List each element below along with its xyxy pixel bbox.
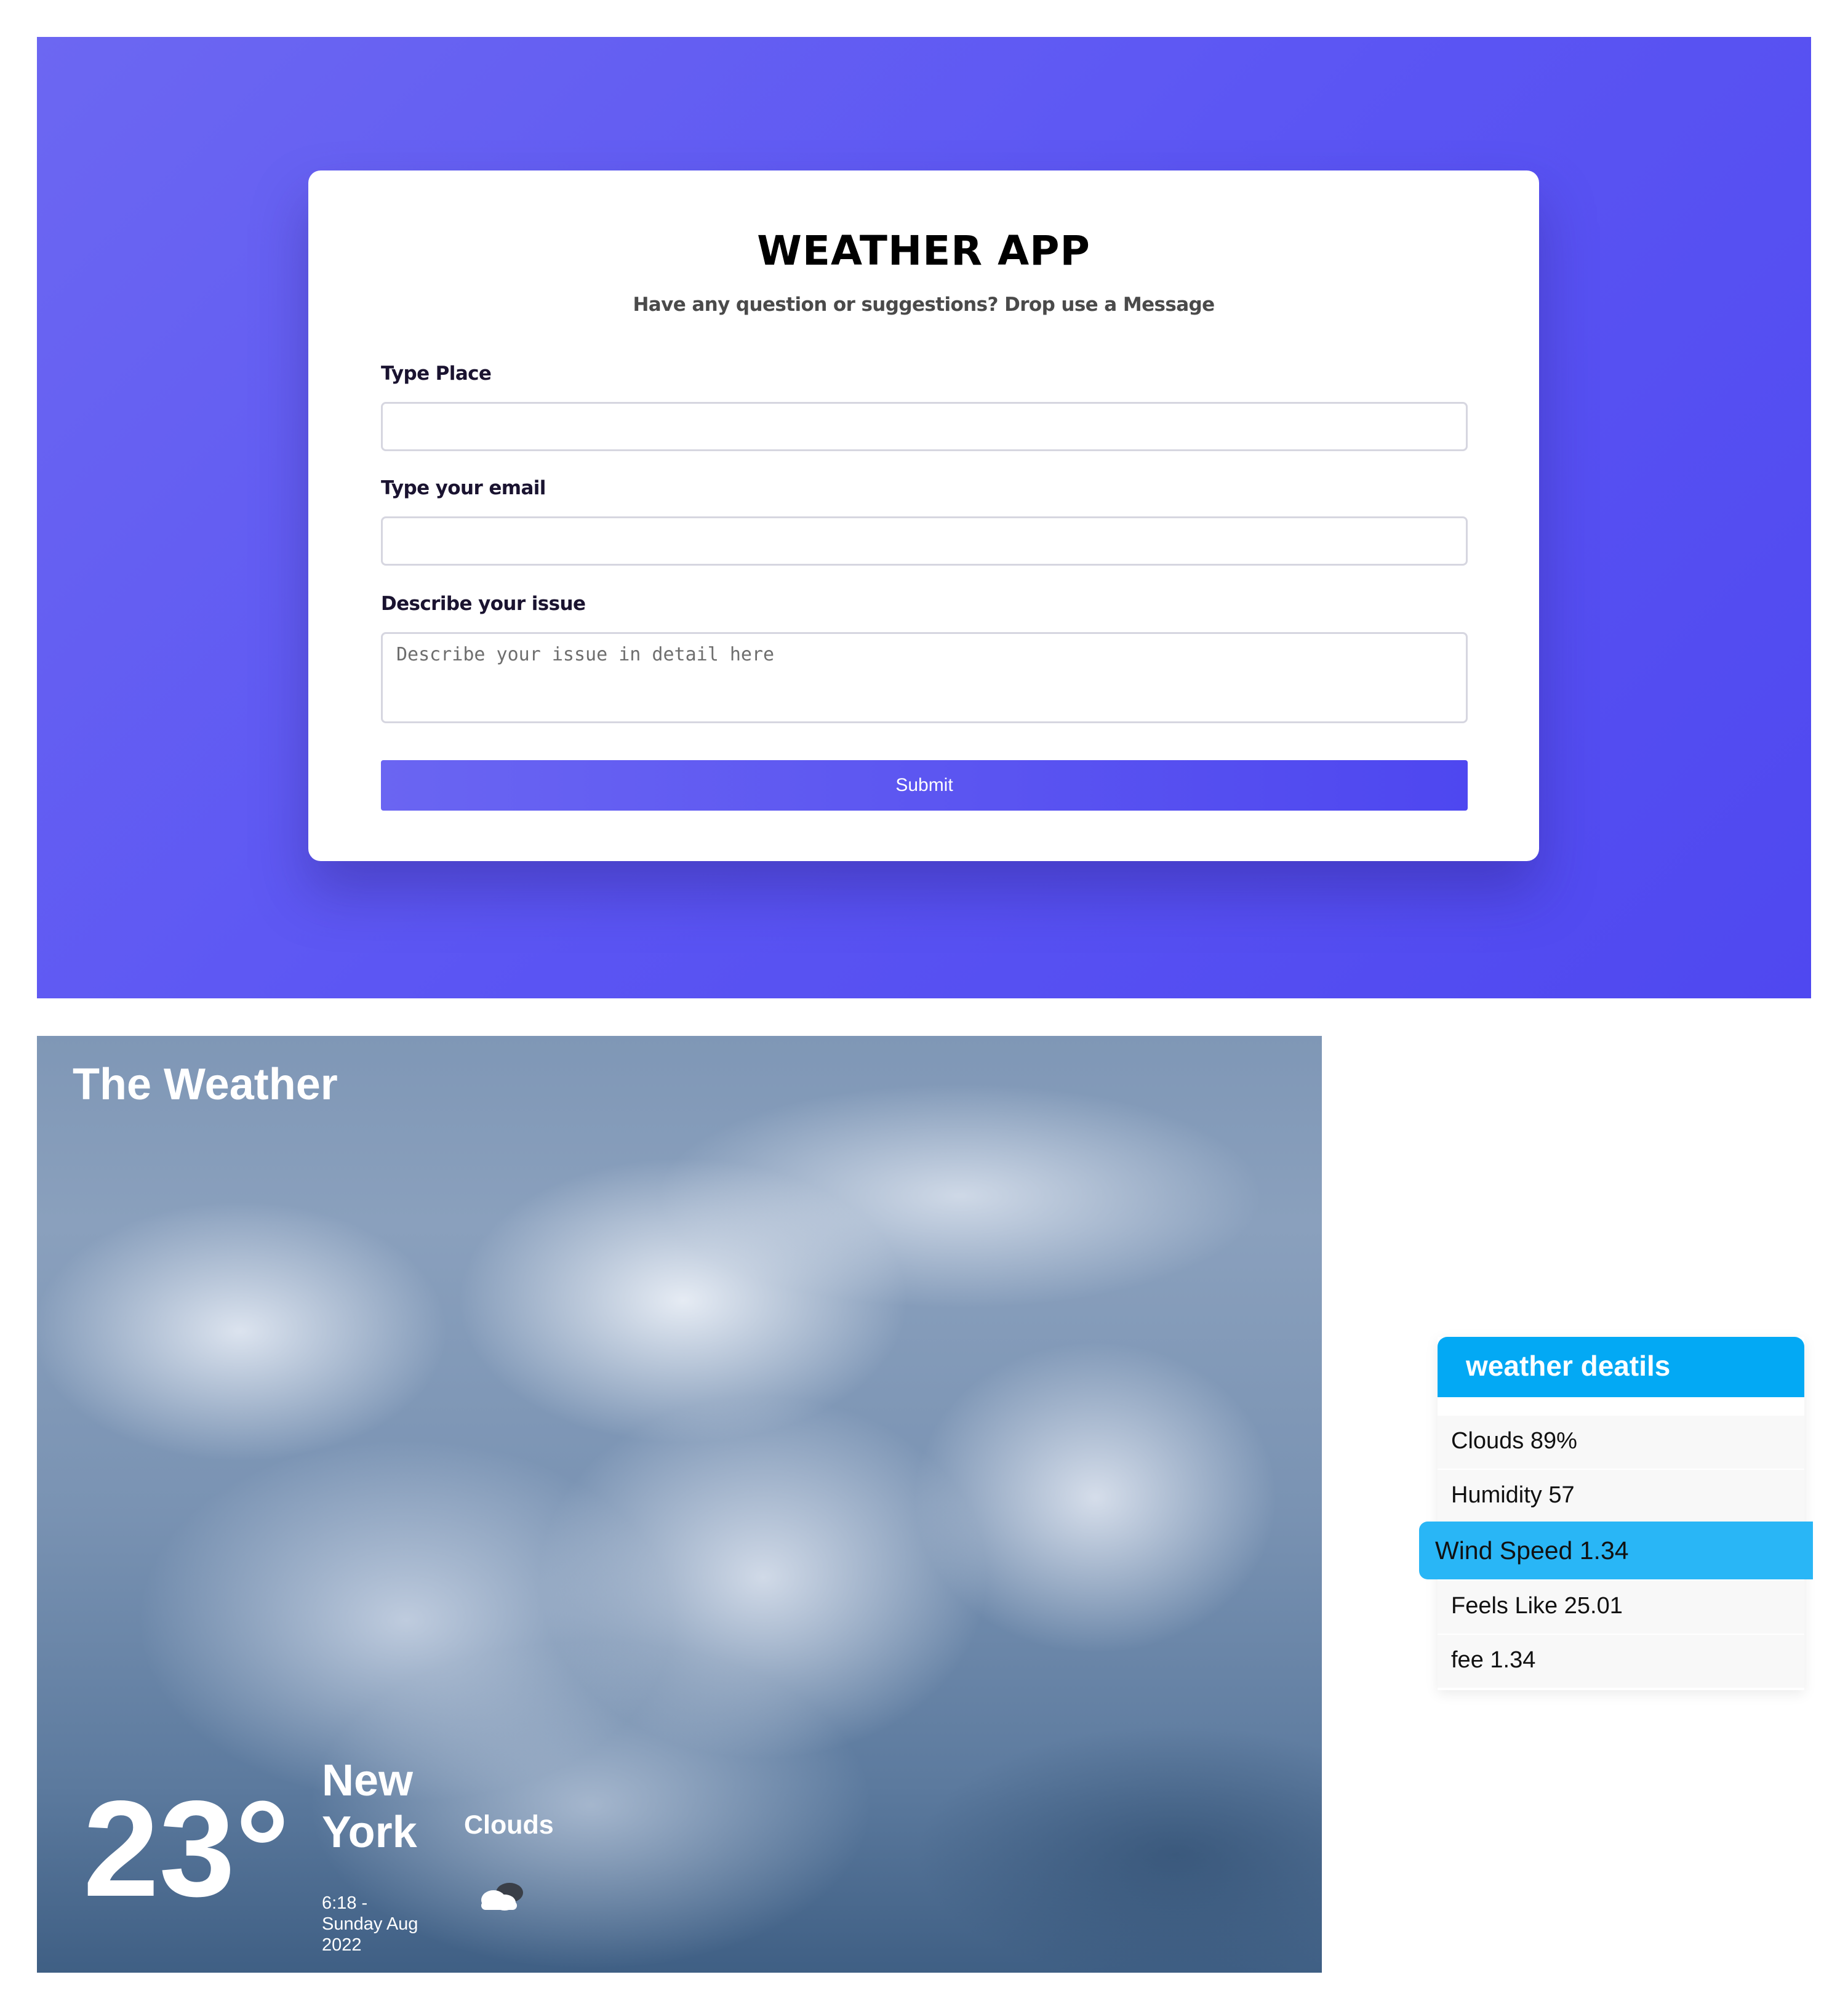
- cloud-icon: [481, 1883, 523, 1911]
- detail-item-label: Humidity 57: [1451, 1482, 1575, 1508]
- details-title: weather deatils: [1466, 1350, 1671, 1382]
- weather-panel: The Weather 23° New York 6:18 - Sunday A…: [37, 1036, 1322, 1973]
- detail-item-clouds[interactable]: Clouds 89%: [1438, 1416, 1804, 1470]
- email-input[interactable]: [381, 516, 1468, 566]
- page-subtitle: Have any question or suggestions? Drop u…: [633, 294, 1215, 316]
- submit-button[interactable]: Submit: [381, 760, 1468, 811]
- place-input[interactable]: [381, 402, 1468, 451]
- contact-section: WEATHER APP Have any question or suggest…: [37, 37, 1811, 998]
- city-name: New York: [322, 1756, 417, 1857]
- date-time: 6:18 - Sunday Aug 2022: [322, 1893, 418, 1955]
- detail-item-label: fee 1.34: [1451, 1647, 1536, 1673]
- weather-details-card: weather deatils Clouds 89% Humidity 57 W…: [1419, 1337, 1813, 1690]
- detail-item-feels-like[interactable]: Feels Like 25.01: [1438, 1581, 1804, 1635]
- page-title: WEATHER APP: [757, 227, 1090, 275]
- detail-item-label: Feels Like 25.01: [1451, 1593, 1623, 1619]
- detail-item-fee[interactable]: fee 1.34: [1438, 1635, 1804, 1689]
- place-label: Type Place: [381, 363, 492, 385]
- issue-label: Describe your issue: [381, 593, 586, 615]
- detail-item-humidity[interactable]: Humidity 57: [1438, 1470, 1804, 1524]
- contact-form-card: WEATHER APP Have any question or suggest…: [308, 170, 1539, 861]
- detail-item-wind-speed[interactable]: Wind Speed 1.34: [1419, 1522, 1813, 1579]
- details-header: weather deatils: [1438, 1337, 1804, 1397]
- issue-textarea[interactable]: [381, 632, 1468, 723]
- temperature-value: 23°: [83, 1773, 290, 1925]
- weather-heading: The Weather: [73, 1060, 338, 1109]
- email-label: Type your email: [381, 477, 546, 499]
- detail-item-label: Wind Speed 1.34: [1435, 1536, 1629, 1565]
- detail-item-label: Clouds 89%: [1451, 1428, 1577, 1454]
- condition-label: Clouds: [464, 1810, 554, 1840]
